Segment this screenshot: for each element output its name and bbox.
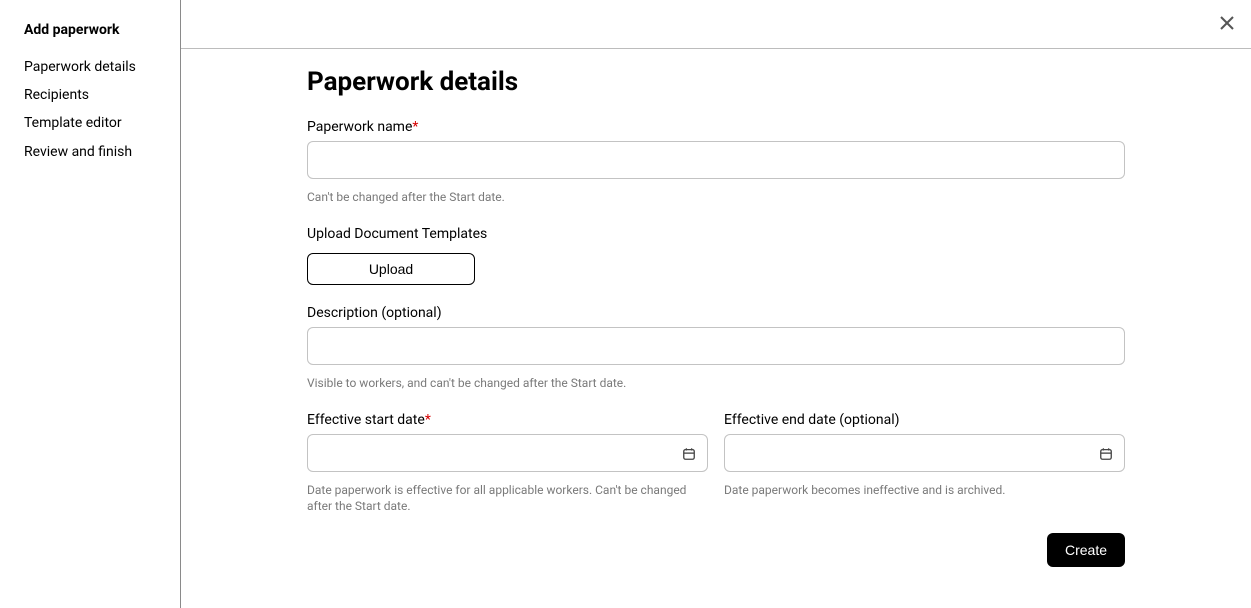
required-marker: * <box>425 412 431 428</box>
close-icon <box>1220 15 1234 34</box>
paperwork-name-group: Paperwork name* Can't be changed after t… <box>307 119 1125 206</box>
description-helper: Visible to workers, and can't be changed… <box>307 375 1125 392</box>
description-input[interactable] <box>307 327 1125 365</box>
paperwork-name-input[interactable] <box>307 141 1125 179</box>
create-button[interactable]: Create <box>1047 533 1125 567</box>
paperwork-name-label-text: Paperwork name <box>307 119 412 135</box>
sidebar-title: Add paperwork <box>24 22 156 38</box>
end-date-group: Effective end date (optional) Date paper… <box>724 412 1125 516</box>
sidebar-item-recipients[interactable]: Recipients <box>24 81 156 109</box>
start-date-group: Effective start date* Date paperwork is … <box>307 412 708 516</box>
description-label: Description (optional) <box>307 305 1125 321</box>
start-date-label-text: Effective start date <box>307 412 425 428</box>
page-title: Paperwork details <box>307 67 1125 97</box>
paperwork-name-helper: Can't be changed after the Start date. <box>307 189 1125 206</box>
sidebar-item-paperwork-details[interactable]: Paperwork details <box>24 53 156 81</box>
top-bar <box>181 0 1251 49</box>
footer-actions: Create <box>307 533 1125 567</box>
upload-button[interactable]: Upload <box>307 253 475 285</box>
date-row: Effective start date* Date paperwork is … <box>307 412 1125 516</box>
upload-label: Upload Document Templates <box>307 226 1125 242</box>
required-marker: * <box>412 119 418 135</box>
end-date-helper: Date paperwork becomes ineffective and i… <box>724 482 1125 499</box>
start-date-input-wrapper <box>307 434 708 472</box>
sidebar-item-template-editor[interactable]: Template editor <box>24 109 156 137</box>
content: Paperwork details Paperwork name* Can't … <box>307 49 1125 567</box>
main-area: Paperwork details Paperwork name* Can't … <box>181 0 1251 608</box>
end-date-input[interactable] <box>724 434 1125 472</box>
paperwork-name-label: Paperwork name* <box>307 119 1125 135</box>
description-group: Description (optional) Visible to worker… <box>307 305 1125 392</box>
upload-group: Upload Document Templates Upload <box>307 226 1125 285</box>
start-date-helper: Date paperwork is effective for all appl… <box>307 482 708 516</box>
sidebar: Add paperwork Paperwork details Recipien… <box>0 0 181 608</box>
end-date-label: Effective end date (optional) <box>724 412 1125 428</box>
start-date-input[interactable] <box>307 434 708 472</box>
end-date-input-wrapper <box>724 434 1125 472</box>
close-button[interactable] <box>1217 14 1237 34</box>
start-date-label: Effective start date* <box>307 412 708 428</box>
sidebar-item-review-and-finish[interactable]: Review and finish <box>24 138 156 166</box>
